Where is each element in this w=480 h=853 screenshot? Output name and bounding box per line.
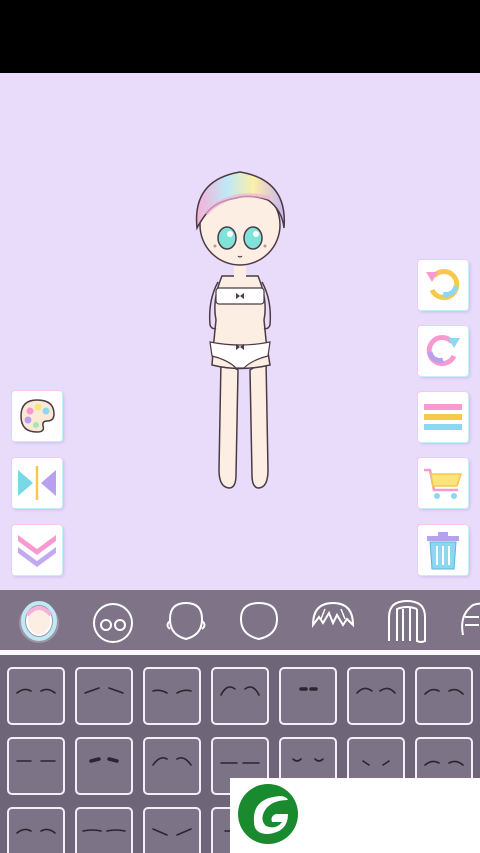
trash-can-icon (427, 532, 459, 570)
eyebrow-option-angled[interactable] (75, 667, 133, 725)
category-ears[interactable] (160, 595, 212, 647)
delete-button[interactable] (418, 525, 468, 575)
category-bangs[interactable] (307, 595, 359, 647)
eyebrow-icon (16, 828, 56, 834)
eyebrow-option-long-flat[interactable] (75, 807, 133, 853)
eyebrow-icon (356, 687, 396, 694)
shopping-cart-icon (424, 468, 463, 499)
category-more[interactable] (455, 595, 480, 647)
eyebrow-icon (152, 689, 192, 694)
flip-button[interactable] (12, 458, 62, 508)
eyebrow-option-slanted[interactable] (143, 807, 201, 853)
character-doll (195, 171, 286, 489)
face-ears-icon (166, 601, 206, 641)
category-bar (0, 590, 480, 650)
undo-button[interactable] (418, 260, 468, 310)
layers-menu-button[interactable] (418, 392, 468, 442)
status-bar (0, 0, 480, 73)
eyebrow-option-soft-arch-2[interactable] (7, 807, 65, 853)
eyebrow-option-thin-arch[interactable] (415, 667, 473, 725)
eyebrow-option-wide-arch[interactable] (347, 667, 405, 725)
eyebrow-option-soft-arch[interactable] (7, 667, 65, 725)
character-stage (0, 73, 480, 590)
eyebrow-icon (84, 687, 124, 694)
eyebrow-icon (82, 829, 126, 832)
bangs-hair-icon (311, 601, 355, 629)
ad-banner[interactable] (230, 778, 480, 853)
palette-icon (20, 399, 55, 433)
long-hair-icon (388, 599, 426, 643)
eyes-face-icon (93, 603, 133, 643)
eyebrow-option-high-arch[interactable] (211, 667, 269, 725)
double-chevron-down-icon (18, 535, 56, 567)
mirror-flip-icon (18, 466, 56, 500)
eyebrow-option-curved[interactable] (143, 737, 201, 795)
eyebrow-icon (89, 757, 119, 763)
eyebrow-icon (152, 757, 192, 766)
stripes-menu-icon (424, 404, 462, 430)
eyebrow-icon (16, 760, 56, 762)
hair-partial-icon (461, 602, 480, 636)
shop-button[interactable] (418, 458, 468, 508)
eyebrow-option-raised[interactable] (143, 667, 201, 725)
eyebrow-icon (424, 688, 464, 695)
eyebrow-icon (152, 828, 192, 836)
eyebrow-icon (16, 688, 56, 694)
face-color-icon (19, 601, 59, 643)
redo-button[interactable] (418, 326, 468, 376)
category-eyes[interactable] (87, 595, 139, 647)
green-leaf-logo-icon (238, 784, 298, 844)
undo-arrow-icon (426, 269, 460, 301)
redo-arrow-icon (426, 335, 460, 367)
palette-button[interactable] (12, 391, 62, 441)
eyebrow-icon (220, 686, 260, 696)
category-long-hair[interactable] (381, 595, 433, 647)
head-outline-icon (239, 601, 279, 641)
eyebrow-option-dot[interactable] (279, 667, 337, 725)
eyebrow-icon (299, 687, 318, 691)
eyebrow-option-flat[interactable] (7, 737, 65, 795)
category-head[interactable] (233, 595, 285, 647)
category-face-color[interactable] (13, 595, 65, 647)
eyebrow-option-bold-dash[interactable] (75, 737, 133, 795)
collapse-button[interactable] (12, 525, 62, 575)
